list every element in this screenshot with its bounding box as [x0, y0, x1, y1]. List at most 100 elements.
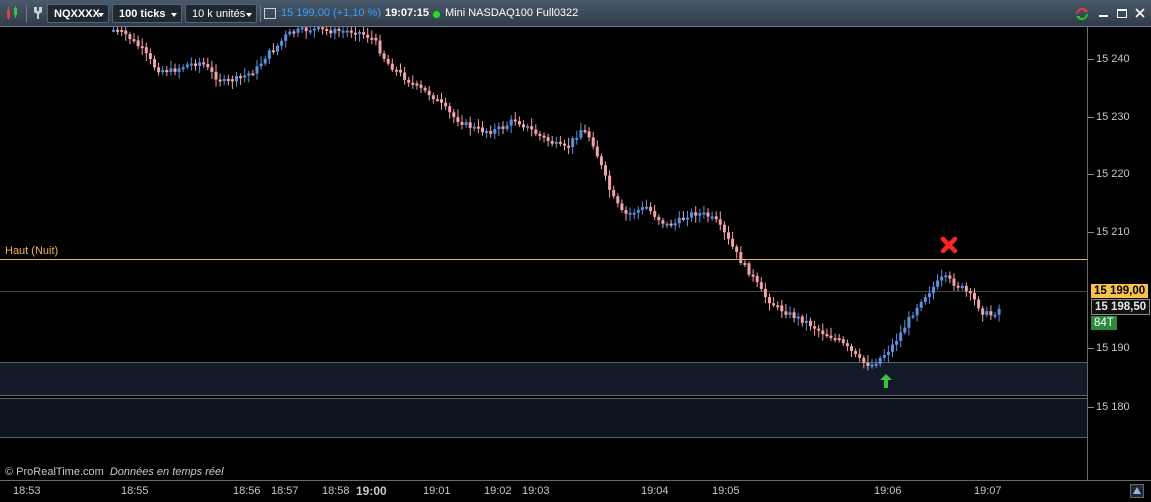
candle-body [153, 59, 156, 68]
candle-body [788, 312, 792, 315]
candle-body [681, 217, 685, 220]
candle-body [140, 46, 144, 49]
candle-body [456, 117, 460, 123]
live-data-text: Données en temps réel [109, 466, 224, 478]
candle-body [112, 29, 115, 32]
candle-body [210, 67, 214, 72]
candle-body [489, 131, 493, 134]
symbol-dropdown[interactable]: NQXXXX [47, 4, 109, 23]
candle-body [804, 320, 808, 323]
candle-body [243, 75, 247, 78]
candle-body [624, 210, 628, 214]
candle-body [390, 63, 394, 70]
copyright-text: © ProRealTime.com [5, 466, 104, 478]
candle-body [222, 78, 226, 82]
price-chart[interactable]: Haut (Nuit) © ProRealTime.com Données en… [0, 27, 1087, 480]
candle-body [981, 308, 985, 315]
candle-body [444, 102, 448, 107]
chart-icon[interactable] [5, 5, 21, 21]
time-tick: 19:07 [974, 485, 1002, 497]
candle-body [218, 79, 222, 82]
candle-body [882, 355, 886, 358]
candle-body [743, 262, 747, 265]
candle-body [230, 79, 234, 82]
candle-body [620, 203, 624, 211]
candle-body [952, 278, 956, 286]
candle-body [612, 189, 616, 197]
candle-body [161, 70, 165, 73]
candle-body [481, 127, 484, 132]
candle-body [349, 30, 353, 33]
candle-body [587, 131, 591, 138]
instrument-name: Mini NASDAQ100 Full0322 [445, 7, 579, 19]
candle-body [341, 30, 345, 33]
candle-body [968, 291, 972, 294]
candle-body [591, 137, 595, 147]
candle-body [645, 206, 648, 209]
candle-body [296, 28, 300, 33]
candle-body [476, 126, 480, 129]
candle-body [198, 62, 202, 66]
candle-body [895, 340, 899, 345]
candle-body [325, 28, 329, 31]
candle-body [423, 87, 427, 91]
candle-body [973, 292, 976, 300]
settings-icon[interactable] [31, 5, 45, 21]
time-tick: 18:55 [121, 485, 149, 497]
candle-body [977, 299, 981, 309]
candle-body [226, 78, 230, 81]
candle-body [181, 67, 185, 70]
candle-body [604, 165, 607, 176]
candle-body [329, 30, 333, 34]
tick-count-badge: 84T [1091, 316, 1117, 330]
data-window-icon[interactable] [264, 8, 276, 19]
candle-body [321, 27, 325, 30]
candle-body [579, 130, 583, 138]
candle-body [747, 263, 751, 275]
candle-body [731, 238, 735, 247]
candle-body [845, 343, 849, 347]
units-label: 10 k unités [192, 8, 246, 20]
time-tick: 18:57 [271, 485, 299, 497]
footer-credit: © ProRealTime.com Données en temps réel [5, 466, 224, 478]
candle-body [132, 39, 136, 42]
candle-body [522, 124, 525, 128]
candle-body [394, 69, 398, 72]
time-scroll-icon[interactable] [1130, 484, 1144, 498]
candle-body [948, 275, 952, 279]
candle-body [636, 209, 640, 213]
candle-body [485, 131, 489, 134]
refresh-icon[interactable] [1074, 6, 1090, 22]
candle-body [841, 339, 845, 344]
period-dropdown[interactable]: 100 ticks [112, 4, 182, 23]
candle-body [792, 312, 796, 318]
candle-body [411, 82, 415, 85]
candle-body [407, 79, 411, 83]
candle-body [370, 37, 374, 40]
candle-body [891, 344, 894, 352]
candle-body [280, 40, 284, 46]
candle-body [722, 224, 726, 233]
candle-body [136, 40, 140, 47]
buy-arrow-icon [880, 374, 892, 388]
candle-body [353, 32, 357, 35]
period-label: 100 ticks [119, 8, 166, 20]
time-tick: 19:04 [641, 485, 669, 497]
candle-body [505, 125, 509, 129]
candle-body [813, 326, 817, 329]
candle-body [817, 328, 821, 331]
candle-body [308, 30, 312, 33]
candle-body [452, 112, 456, 118]
maximize-icon[interactable] [1117, 9, 1127, 18]
candle-body [440, 99, 443, 103]
time-axis[interactable]: 18:53 18:55 18:56 18:57 18:58 19:00 19:0… [0, 480, 1151, 502]
units-dropdown[interactable]: 10 k unités [185, 4, 257, 23]
close-icon[interactable] [1134, 7, 1146, 19]
candle-body [472, 126, 476, 129]
candle-body [993, 314, 997, 317]
minimize-icon[interactable] [1099, 15, 1108, 17]
candle-body [694, 212, 698, 216]
candle-body [415, 83, 419, 86]
candle-body [403, 72, 407, 80]
price-axis[interactable]: 15 240 15 230 15 220 15 210 15 190 15 18… [1087, 27, 1151, 480]
